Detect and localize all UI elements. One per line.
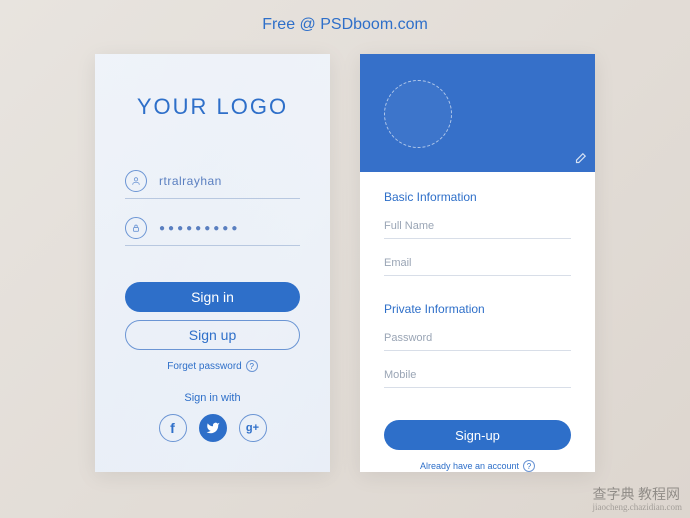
- form-body: Basic Information Private Information: [360, 172, 595, 406]
- signin-button[interactable]: Sign in: [125, 282, 300, 312]
- watermark-main: 查字典 教程网: [593, 488, 681, 503]
- already-label: Already have an account: [420, 461, 519, 471]
- login-card: YOUR LOGO ●●●●●●●●● Sign in Sign up Forg…: [95, 54, 330, 472]
- avatar-placeholder[interactable]: [384, 80, 452, 148]
- cards-container: YOUR LOGO ●●●●●●●●● Sign in Sign up Forg…: [0, 54, 690, 472]
- basic-info-label: Basic Information: [384, 190, 571, 204]
- already-account-link[interactable]: Already have an account ?: [360, 460, 595, 472]
- facebook-icon[interactable]: f: [159, 414, 187, 442]
- forgot-label: Forget password: [167, 361, 241, 372]
- googleplus-icon[interactable]: g+: [239, 414, 267, 442]
- watermark: 查字典 教程网 jiaocheng.chazidian.com: [593, 484, 682, 512]
- private-info-label: Private Information: [384, 302, 571, 316]
- password-input[interactable]: [384, 326, 571, 351]
- signup-card: Basic Information Private Information Si…: [360, 54, 595, 472]
- forgot-password-link[interactable]: Forget password ?: [167, 360, 257, 372]
- username-row[interactable]: [125, 170, 300, 199]
- help-icon: ?: [523, 460, 535, 472]
- social-row: f g+: [159, 414, 267, 442]
- signup-button[interactable]: Sign up: [125, 320, 300, 350]
- mobile-input[interactable]: [384, 363, 571, 388]
- signup-hero: [360, 54, 595, 172]
- edit-icon[interactable]: [573, 152, 587, 166]
- logo-text: YOUR LOGO: [137, 94, 288, 120]
- email-input[interactable]: [384, 251, 571, 276]
- signup-submit-button[interactable]: Sign-up: [384, 420, 571, 450]
- password-row[interactable]: ●●●●●●●●●: [125, 217, 300, 246]
- help-icon: ?: [246, 360, 258, 372]
- user-icon: [125, 170, 147, 192]
- page-header: Free @ PSDboom.com: [0, 0, 690, 34]
- lock-icon: [125, 217, 147, 239]
- password-masked[interactable]: ●●●●●●●●●: [159, 223, 240, 234]
- username-input[interactable]: [159, 174, 300, 188]
- twitter-icon[interactable]: [199, 414, 227, 442]
- fullname-input[interactable]: [384, 214, 571, 239]
- watermark-sub: jiaocheng.chazidian.com: [593, 502, 682, 512]
- signin-with-label: Sign in with: [184, 392, 240, 404]
